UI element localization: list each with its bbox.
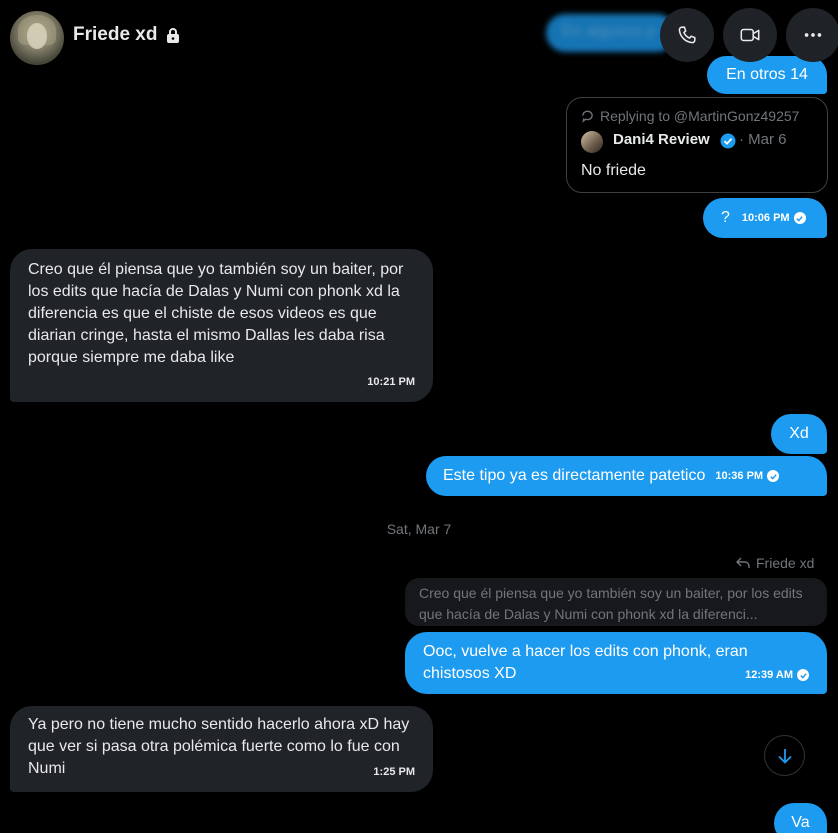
message-text: Xd (789, 425, 809, 442)
ghost-message-pill: En algunos p (546, 14, 676, 52)
more-icon (804, 33, 822, 37)
check-icon (793, 212, 806, 224)
message-text: Creo que él piensa que yo también soy un… (28, 261, 404, 366)
contact-name[interactable]: Friede xd (73, 24, 157, 46)
date-separator: Sat, Mar 7 (386, 521, 452, 537)
message-text: Va (791, 814, 810, 831)
reply-indicator: Friede xd (736, 555, 814, 571)
reply-bubble-icon (582, 110, 593, 123)
check-icon (797, 669, 809, 681)
call-button[interactable] (660, 8, 714, 62)
video-icon (740, 28, 760, 42)
tweet-text: No friede (581, 162, 646, 179)
scroll-to-bottom-button[interactable] (764, 735, 805, 776)
message-time: 12:39 AM (745, 664, 809, 686)
message-time-text: 12:39 AM (745, 669, 793, 681)
avatar[interactable] (10, 11, 64, 65)
sent-message[interactable]: Ooc, vuelve a hacer los edits con phonk,… (405, 632, 827, 694)
shared-tweet-card[interactable]: Replying to @MartinGonz49257 Dani4 Revie… (566, 97, 828, 193)
sent-message[interactable]: Este tipo ya es directamente patetico 10… (426, 456, 827, 496)
reply-icon (736, 557, 750, 568)
message-time: 10:21 PM (367, 376, 415, 388)
tweet-date: · Mar 6 (739, 131, 787, 148)
message-text: Este tipo ya es directamente patetico (443, 467, 706, 484)
phone-icon (678, 26, 696, 44)
verified-icon (720, 133, 736, 149)
more-options-button[interactable] (786, 8, 838, 62)
replying-to-line: Replying to @MartinGonz49257 (581, 108, 799, 124)
video-call-button[interactable] (723, 8, 777, 62)
lock-icon (167, 28, 179, 43)
tweet-author-name: Dani4 Review (613, 131, 710, 148)
sent-message[interactable]: Va (774, 803, 827, 833)
sent-message[interactable]: Xd (771, 414, 827, 454)
quoted-message[interactable]: Creo que él piensa que yo también soy un… (405, 578, 827, 626)
replying-to-text: Replying to @MartinGonz49257 (600, 108, 800, 124)
message-time: 1:25 PM (373, 766, 415, 778)
sent-message[interactable]: ? 10:06 PM (703, 198, 827, 238)
message-time-text: 10:36 PM (715, 470, 764, 482)
received-message[interactable]: Ya pero no tiene mucho sentido hacerlo a… (10, 706, 433, 792)
message-text: ? (721, 209, 730, 226)
avatar-face (27, 23, 47, 49)
message-text: Ya pero no tiene mucho sentido hacerlo a… (28, 716, 410, 777)
check-icon (767, 470, 780, 482)
message-time: 10:36 PM (715, 465, 780, 487)
reply-indicator-name: Friede xd (756, 555, 815, 571)
tweet-author-avatar (581, 131, 603, 153)
arrow-down-icon (777, 748, 792, 764)
message-time: 10:06 PM (742, 207, 806, 229)
message-time-text: 10:06 PM (741, 212, 790, 224)
received-message[interactable]: Creo que él piensa que yo también soy un… (10, 249, 433, 402)
conversation-header: Friede xd En algunos p (0, 0, 838, 70)
